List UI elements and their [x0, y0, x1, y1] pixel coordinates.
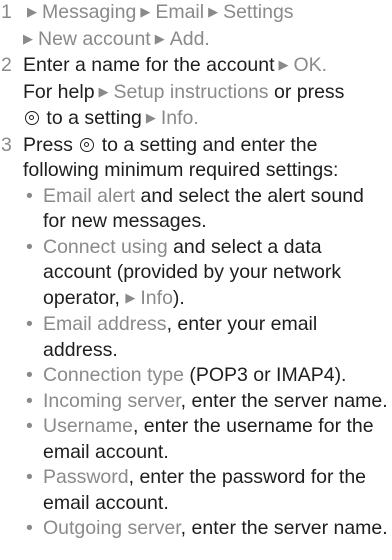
setting-description: , enter the server name.	[180, 389, 388, 412]
right-triangle-icon: ▶	[140, 4, 151, 19]
ok-label: OK.	[293, 54, 328, 76]
setting-term: Connect using	[43, 235, 168, 258]
menu-item-add: Add.	[169, 27, 210, 50]
step-3: 3 Press to a setting and enter the follo…	[0, 133, 392, 542]
right-triangle-icon: ▶	[208, 4, 219, 19]
bullet-icon: •	[26, 235, 33, 258]
bullet-icon: •	[26, 415, 33, 437]
list-item: • Incoming server, enter the server name.	[23, 389, 392, 415]
step-2: 2 Enter a name for the account ▶ OK. For h…	[0, 53, 392, 133]
menu-item-settings: Settings	[223, 1, 294, 23]
right-triangle-icon: ▶	[27, 4, 37, 19]
setting-term: Connection type	[43, 364, 184, 386]
list-item: • Connection type (POP3 or IMAP4).	[23, 363, 392, 389]
right-triangle-icon: ▶	[98, 83, 109, 99]
setting-description: , enter the server name.	[180, 517, 388, 539]
setting-term: Username	[43, 415, 133, 437]
right-triangle-icon: ▶	[278, 57, 289, 72]
list-item: • Email alert and select the alert sound …	[23, 184, 392, 235]
step-text: or press	[273, 80, 345, 103]
menu-item-new-account: New account	[38, 27, 151, 50]
list-item: • Username, enter the username for the em…	[23, 414, 392, 465]
navigation-key-icon	[25, 111, 39, 125]
bullet-icon: •	[26, 184, 33, 207]
step-text: Enter a name for the account	[23, 54, 275, 76]
right-triangle-icon: ▶	[23, 30, 33, 46]
step-number: 1	[1, 1, 12, 23]
step-1: 1 ▶ Messaging ▶ Email ▶ Settings ▶ New account…	[0, 0, 392, 53]
setting-term: Email alert	[43, 184, 136, 207]
bullet-icon: •	[26, 313, 33, 335]
step-text: Press	[23, 133, 73, 156]
setting-term: Outgoing server	[43, 517, 181, 539]
list-item: • Outgoing server, enter the server name.	[23, 516, 392, 542]
list-item: • Email address, enter your email address…	[23, 312, 392, 363]
list-item: • Connect using and select a data account…	[23, 235, 392, 313]
menu-item-messaging: Messaging	[42, 1, 137, 23]
setup-instructions-label: Setup instructions	[113, 80, 269, 103]
bullet-icon: •	[26, 517, 33, 539]
step-text: For help	[23, 80, 95, 103]
info-label: Info	[140, 286, 173, 309]
setting-term: Email address	[43, 313, 167, 335]
step-text: to a setting	[46, 107, 142, 129]
step-body: Press to a setting and enter the followi…	[23, 133, 392, 542]
step-number: 3	[1, 133, 12, 156]
setting-description: (POP3 or IMAP4).	[183, 364, 347, 386]
info-label: Info.	[160, 107, 199, 129]
step-number: 2	[1, 54, 12, 76]
bullet-icon: •	[26, 466, 33, 488]
right-triangle-icon: ▶	[154, 30, 165, 46]
settings-list: • Email alert and select the alert sound …	[23, 184, 392, 542]
list-item: • Password, enter the password for the em…	[23, 465, 392, 516]
right-triangle-icon: ▶	[145, 110, 156, 125]
instruction-document: 1 ▶ Messaging ▶ Email ▶ Settings ▶ New account…	[0, 0, 392, 542]
step-body: Enter a name for the account ▶ OK. For hel…	[23, 53, 392, 133]
menu-item-email: Email	[155, 1, 205, 23]
setting-term: Incoming server	[43, 389, 181, 412]
setting-term: Password	[43, 466, 129, 488]
right-triangle-icon: ▶	[125, 289, 136, 305]
bullet-icon: •	[26, 389, 33, 412]
bullet-icon: •	[26, 364, 33, 386]
step-body: ▶ Messaging ▶ Email ▶ Settings ▶ New account ▶ A…	[23, 0, 392, 53]
setting-description: ).	[172, 286, 185, 309]
navigation-key-icon	[80, 137, 95, 152]
